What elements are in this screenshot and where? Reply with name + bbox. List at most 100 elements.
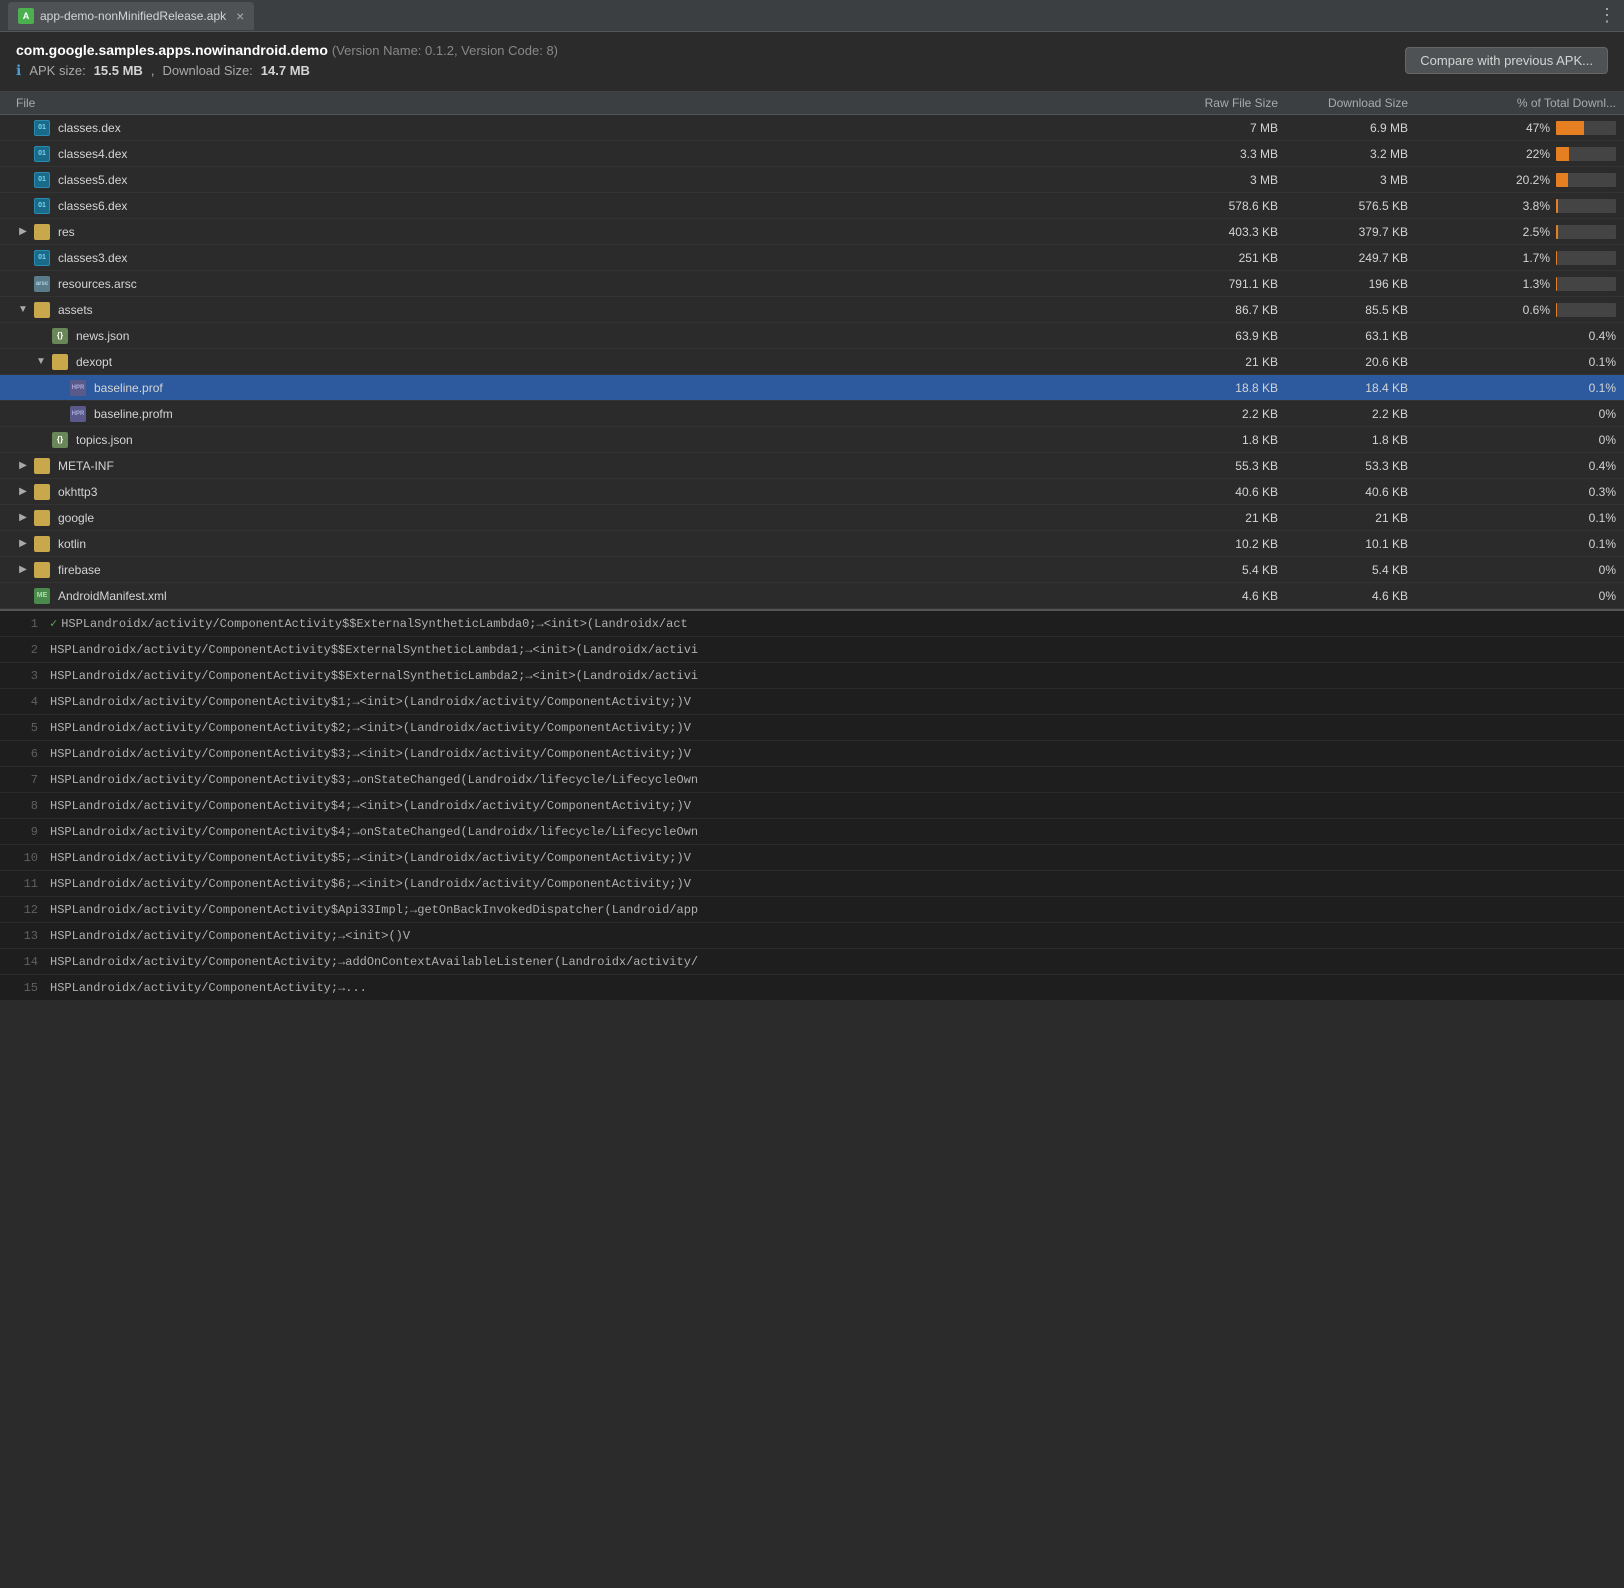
row-dl-size: 20.6 KB [1294,355,1424,369]
table-row[interactable]: ▼assets86.7 KB85.5 KB0.6% [0,297,1624,323]
table-row[interactable]: 01classes.dex7 MB6.9 MB47% [0,115,1624,141]
line-number: 11 [0,877,50,891]
line-content: HSPLandroidx/activity/ComponentActivity$… [50,799,1624,813]
row-pct-cell: 0% [1424,563,1624,577]
row-file-name: kotlin [58,537,86,551]
compare-button[interactable]: Compare with previous APK... [1405,47,1608,74]
tree-arrow-icon[interactable]: ▶ [16,564,30,575]
file-type-icon: {} [52,328,68,344]
row-file-cell: ▼ dexopt [0,354,1154,370]
row-pct-cell: 0% [1424,407,1624,421]
tab-label: app-demo-nonMinifiedRelease.apk [40,9,226,23]
row-pct-cell: 0.1% [1424,511,1624,525]
row-raw-size: 55.3 KB [1154,459,1294,473]
tree-arrow-icon[interactable]: ▶ [16,512,30,523]
code-line: 10HSPLandroidx/activity/ComponentActivit… [0,845,1624,871]
row-file-cell: 01classes6.dex [0,198,1154,214]
tab-close-button[interactable]: × [236,8,244,24]
tree-arrow-icon[interactable]: ▶ [16,486,30,497]
row-file-cell: ▶res [0,224,1154,240]
table-row[interactable]: ▼dexopt21 KB20.6 KB0.1% [0,349,1624,375]
pct-bar [1556,173,1568,187]
row-file-cell: ▶META-INF [0,458,1154,474]
line-content: HSPLandroidx/activity/ComponentActivity$… [50,903,1624,917]
table-row[interactable]: ▶firebase5.4 KB5.4 KB0% [0,557,1624,583]
row-dl-size: 63.1 KB [1294,329,1424,343]
row-dl-size: 3.2 MB [1294,147,1424,161]
line-content: HSPLandroidx/activity/ComponentActivity$… [50,747,1624,761]
tree-arrow-icon[interactable]: ▼ [34,356,48,367]
line-number: 6 [0,747,50,761]
code-line: 1✓HSPLandroidx/activity/ComponentActivit… [0,611,1624,637]
info-icon: ℹ [16,62,21,79]
line-number: 4 [0,695,50,709]
row-raw-size: 7 MB [1154,121,1294,135]
file-type-icon [34,302,50,318]
code-line: 9HSPLandroidx/activity/ComponentActivity… [0,819,1624,845]
file-type-icon: ME [34,588,50,604]
table-row[interactable]: ▶META-INF55.3 KB53.3 KB0.4% [0,453,1624,479]
row-pct-cell: 0.1% [1424,381,1624,395]
row-dl-size: 249.7 KB [1294,251,1424,265]
table-row[interactable]: ▶okhttp340.6 KB40.6 KB0.3% [0,479,1624,505]
table-row[interactable]: 01classes5.dex3 MB3 MB20.2% [0,167,1624,193]
line-content: ✓HSPLandroidx/activity/ComponentActivity… [50,616,1624,631]
table-row[interactable]: HPRbaseline.prof18.8 KB18.4 KB0.1% [0,375,1624,401]
pct-bar [1556,277,1557,291]
comma-sep: , [151,63,155,78]
row-pct-text: 0.1% [1589,537,1616,551]
line-content: HSPLandroidx/activity/ComponentActivity$… [50,877,1624,891]
code-line: 12HSPLandroidx/activity/ComponentActivit… [0,897,1624,923]
apk-size-value: 15.5 MB [94,63,143,78]
row-pct-cell: 47% [1424,121,1624,135]
table-row[interactable]: ▶res403.3 KB379.7 KB2.5% [0,219,1624,245]
row-pct-cell: 0% [1424,433,1624,447]
table-row[interactable]: 01classes3.dex251 KB249.7 KB1.7% [0,245,1624,271]
row-file-cell: ▶okhttp3 [0,484,1154,500]
row-file-cell: ▼assets [0,302,1154,318]
row-file-cell: ▶google [0,510,1154,526]
tab-menu-button[interactable]: ⋮ [1598,5,1616,26]
code-line: 13HSPLandroidx/activity/ComponentActivit… [0,923,1624,949]
table-row[interactable]: {}topics.json1.8 KB1.8 KB0% [0,427,1624,453]
row-raw-size: 251 KB [1154,251,1294,265]
row-file-name: dexopt [76,355,112,369]
table-row[interactable]: MEAndroidManifest.xml4.6 KB4.6 KB0% [0,583,1624,609]
check-icon: ✓ [50,617,57,631]
row-dl-size: 1.8 KB [1294,433,1424,447]
table-row[interactable]: {}news.json63.9 KB63.1 KB0.4% [0,323,1624,349]
tab-bar: A app-demo-nonMinifiedRelease.apk × ⋮ [0,0,1624,32]
pct-bar [1556,121,1584,135]
table-row[interactable]: 01classes4.dex3.3 MB3.2 MB22% [0,141,1624,167]
row-file-name: topics.json [76,433,133,447]
row-dl-size: 379.7 KB [1294,225,1424,239]
tree-arrow-icon[interactable]: ▶ [16,538,30,549]
file-type-icon [34,510,50,526]
apk-info-row: ℹ APK size: 15.5 MB , Download Size: 14.… [16,62,558,79]
tree-arrow-icon[interactable]: ▼ [16,304,30,315]
row-pct-text: 1.3% [1523,277,1550,291]
row-raw-size: 791.1 KB [1154,277,1294,291]
file-type-icon [34,562,50,578]
table-row[interactable]: HPRbaseline.profm2.2 KB2.2 KB0% [0,401,1624,427]
code-panel: 1✓HSPLandroidx/activity/ComponentActivit… [0,609,1624,1001]
apk-tab[interactable]: A app-demo-nonMinifiedRelease.apk × [8,2,254,30]
row-file-cell: 01classes.dex [0,120,1154,136]
table-row[interactable]: arscresources.arsc791.1 KB196 KB1.3% [0,271,1624,297]
table-row[interactable]: 01classes6.dex578.6 KB576.5 KB3.8% [0,193,1624,219]
tree-arrow-icon[interactable]: ▶ [16,226,30,237]
row-raw-size: 10.2 KB [1154,537,1294,551]
row-raw-size: 5.4 KB [1154,563,1294,577]
line-number: 5 [0,721,50,735]
row-file-cell: 01classes4.dex [0,146,1154,162]
row-file-name: classes5.dex [58,173,127,187]
row-pct-cell: 20.2% [1424,173,1624,187]
row-file-cell: 01classes3.dex [0,250,1154,266]
table-row[interactable]: ▶kotlin10.2 KB10.1 KB0.1% [0,531,1624,557]
table-row[interactable]: ▶google21 KB21 KB0.1% [0,505,1624,531]
code-line: 11HSPLandroidx/activity/ComponentActivit… [0,871,1624,897]
file-type-icon: HPR [70,380,86,396]
line-content: HSPLandroidx/activity/ComponentActivity$… [50,851,1624,865]
line-content: HSPLandroidx/activity/ComponentActivity;… [50,955,1624,969]
tree-arrow-icon[interactable]: ▶ [16,460,30,471]
